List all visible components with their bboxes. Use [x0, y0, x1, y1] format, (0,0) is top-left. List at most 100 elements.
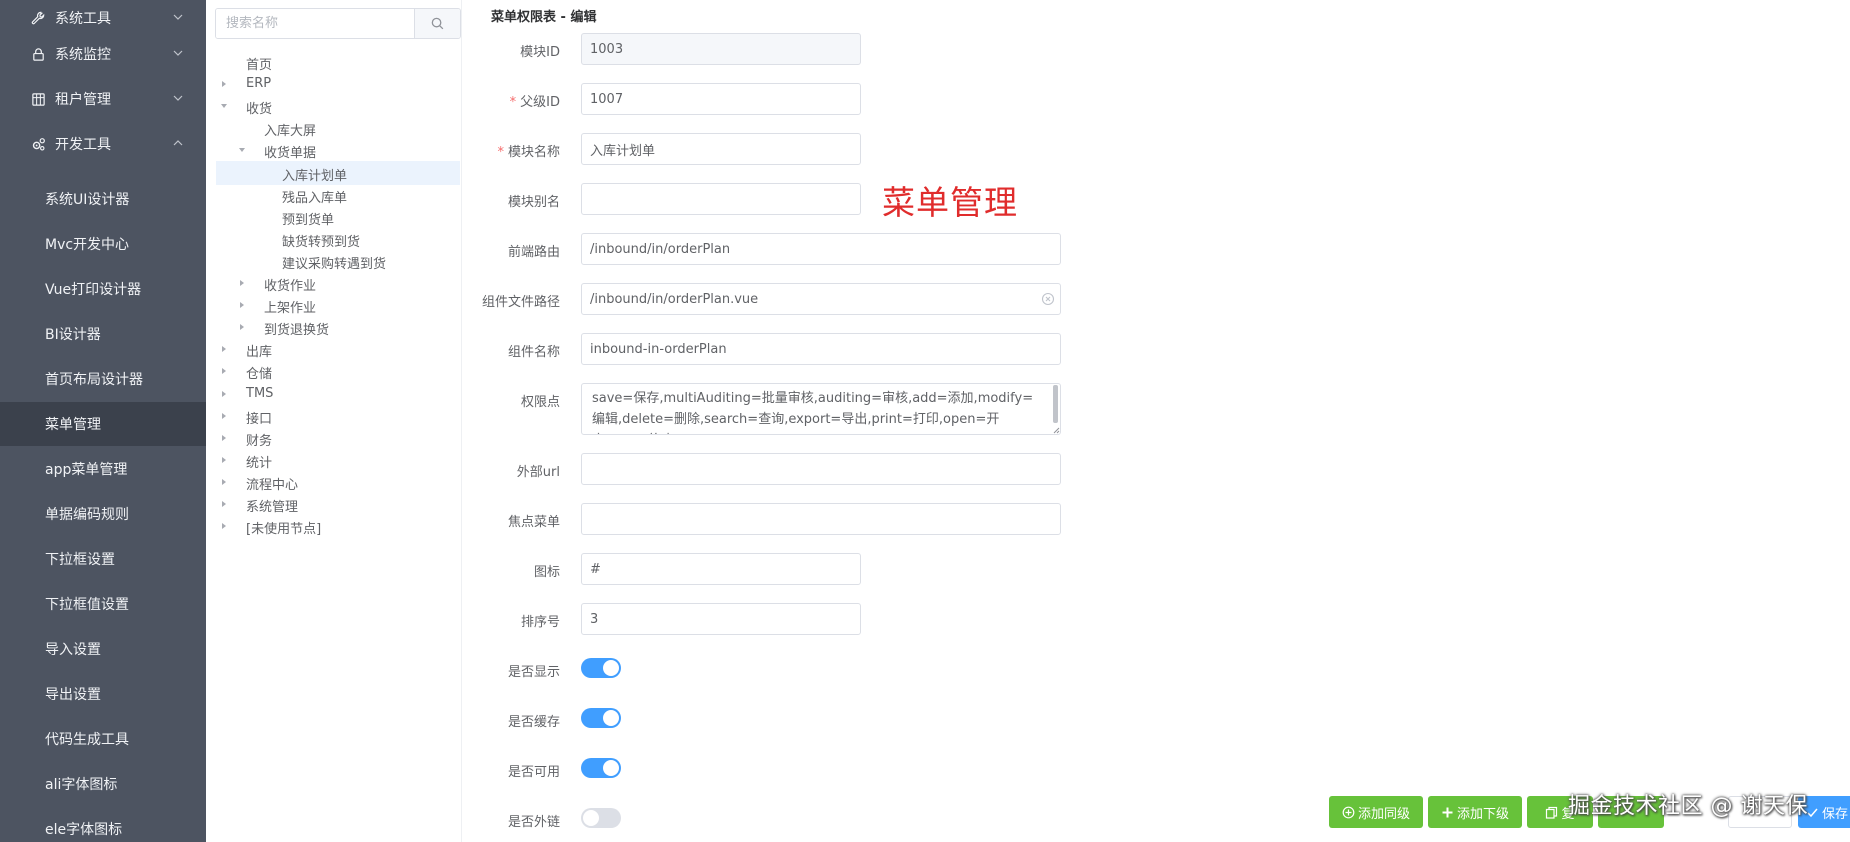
tree-node-label: 上架作业: [264, 301, 317, 316]
field-label: 是否显示: [507, 665, 560, 680]
tree-node[interactable]: 收货单据: [216, 138, 460, 162]
tree-node[interactable]: 仓储: [216, 359, 460, 383]
tree-node[interactable]: 统计: [216, 448, 460, 472]
tree-node[interactable]: 上架作业: [216, 293, 460, 317]
icon-input[interactable]: [581, 553, 861, 585]
module-name-input[interactable]: [581, 133, 861, 165]
caret-right-icon[interactable]: [219, 366, 229, 376]
module-alias-input[interactable]: [581, 183, 861, 215]
tree-node[interactable]: 缺货转预到货: [216, 227, 460, 251]
is-enabled-switch[interactable]: [581, 758, 621, 778]
tree-node[interactable]: 财务: [216, 426, 460, 450]
field-label: 图标: [533, 565, 560, 580]
sort-order-input[interactable]: [581, 603, 861, 635]
tree-node-label: 首页: [246, 58, 273, 73]
tree-node[interactable]: 预到货单: [216, 205, 460, 229]
tree-node[interactable]: 出库: [216, 337, 460, 361]
sidebar-item-ele-icons[interactable]: ele字体图标: [0, 807, 206, 842]
parent-id-input[interactable]: [581, 83, 861, 115]
sidebar-group-label: 开发工具: [55, 137, 111, 153]
component-name-input[interactable]: [581, 333, 1061, 365]
circle-plus-icon: [1342, 806, 1355, 819]
caret-right-icon[interactable]: [219, 477, 229, 487]
clear-icon[interactable]: [1041, 292, 1055, 306]
sidebar-item-app-menu[interactable]: app菜单管理: [0, 447, 206, 491]
caret-down-icon[interactable]: [219, 101, 229, 111]
tree-node[interactable]: ERP: [216, 72, 460, 96]
caret-right-icon[interactable]: [219, 521, 229, 531]
tree-node[interactable]: 到货退换货: [216, 315, 460, 339]
tree-search-button[interactable]: [414, 9, 460, 38]
add-sibling-button[interactable]: 添加同级: [1329, 796, 1423, 828]
caret-right-icon[interactable]: [219, 455, 229, 465]
caret-right-icon[interactable]: [237, 322, 247, 332]
sidebar-item-mvc-center[interactable]: Mvc开发中心: [0, 222, 206, 266]
required-asterisk: *: [497, 145, 504, 160]
caret-down-icon[interactable]: [237, 145, 247, 155]
sidebar-item-dropdown-values[interactable]: 下拉框值设置: [0, 582, 206, 626]
caret-right-icon[interactable]: [219, 389, 229, 399]
is-visible-switch[interactable]: [581, 658, 621, 678]
module-id-input: [581, 33, 861, 65]
component-path-input[interactable]: [581, 283, 1061, 315]
is-cached-switch[interactable]: [581, 708, 621, 728]
tree-node[interactable]: 系统管理: [216, 492, 460, 516]
sidebar-group-system-monitor[interactable]: 系统监控: [0, 32, 206, 76]
field-label: 是否缓存: [507, 715, 560, 730]
tree-search-input[interactable]: [216, 9, 414, 38]
caret-right-icon[interactable]: [219, 411, 229, 421]
tree-node[interactable]: 流程中心: [216, 470, 460, 494]
caret-right-icon[interactable]: [237, 278, 247, 288]
caret-right-icon[interactable]: [219, 79, 229, 89]
lock-icon: [30, 46, 46, 62]
tree-node[interactable]: [未使用节点]: [216, 514, 460, 538]
sidebar-item-bi-designer[interactable]: BI设计器: [0, 312, 206, 356]
focus-menu-input[interactable]: [581, 503, 1061, 535]
tree-node[interactable]: 收货作业: [216, 271, 460, 295]
tree-node[interactable]: 入库大屏: [216, 116, 460, 140]
tree-node[interactable]: 收货: [216, 94, 460, 118]
sidebar-item-ali-icons[interactable]: ali字体图标: [0, 762, 206, 806]
field-label: 模块别名: [507, 195, 560, 210]
field-label: 外部url: [516, 465, 560, 480]
sidebar-item-home-layout[interactable]: 首页布局设计器: [0, 357, 206, 401]
sidebar-item-label: Mvc开发中心: [45, 237, 130, 253]
tree-node[interactable]: 建议采购转遇到货: [216, 249, 460, 273]
sidebar-item-ui-designer[interactable]: 系统UI设计器: [0, 177, 206, 221]
field-is-visible: 是否显示: [462, 653, 1850, 685]
textarea-scrollbar[interactable]: [1053, 385, 1058, 423]
sidebar-item-vue-print[interactable]: Vue打印设计器: [0, 267, 206, 311]
front-route-input[interactable]: [581, 233, 1061, 265]
caret-right-icon[interactable]: [219, 433, 229, 443]
sidebar-group-dev-tools[interactable]: 开发工具: [0, 122, 206, 166]
sidebar-item-import-settings[interactable]: 导入设置: [0, 627, 206, 671]
sidebar-group-tenant[interactable]: 租户管理: [0, 77, 206, 121]
sidebar-item-export-settings[interactable]: 导出设置: [0, 672, 206, 716]
caret-right-icon[interactable]: [219, 344, 229, 354]
field-module-name: * 模块名称: [462, 133, 1850, 165]
tree-node[interactable]: 残品入库单: [216, 183, 460, 207]
tree-node[interactable]: 入库计划单: [216, 161, 460, 185]
resize-handle-icon[interactable]: [1053, 427, 1060, 434]
external-url-input[interactable]: [581, 453, 1061, 485]
tree-node[interactable]: 接口: [216, 404, 460, 428]
sidebar-item-menu-management[interactable]: 菜单管理: [0, 402, 206, 446]
is-external-switch[interactable]: [581, 808, 621, 828]
switch-knob: [603, 710, 619, 726]
permissions-textarea[interactable]: save=保存,multiAuditing=批量审核,auditing=审核,a…: [581, 383, 1061, 435]
chevron-up-icon: [172, 137, 184, 149]
tree-node-label: 收货: [246, 102, 273, 117]
caret-right-icon[interactable]: [237, 300, 247, 310]
tree-node[interactable]: 首页: [216, 50, 460, 74]
sidebar-item-dropdown-settings[interactable]: 下拉框设置: [0, 537, 206, 581]
caret-right-icon[interactable]: [219, 499, 229, 509]
field-label: 模块ID: [520, 45, 560, 60]
tree-node-label: TMS: [246, 386, 274, 401]
button-label: 添加同级: [1357, 806, 1410, 822]
tree-node[interactable]: TMS: [216, 382, 460, 406]
sidebar-item-codegen[interactable]: 代码生成工具: [0, 717, 206, 761]
sidebar-item-label: ele字体图标: [45, 822, 123, 838]
add-child-button[interactable]: 添加下级: [1428, 796, 1522, 828]
sidebar-item-code-rules[interactable]: 单据编码规则: [0, 492, 206, 536]
sidebar-group-label: 租户管理: [55, 92, 111, 108]
